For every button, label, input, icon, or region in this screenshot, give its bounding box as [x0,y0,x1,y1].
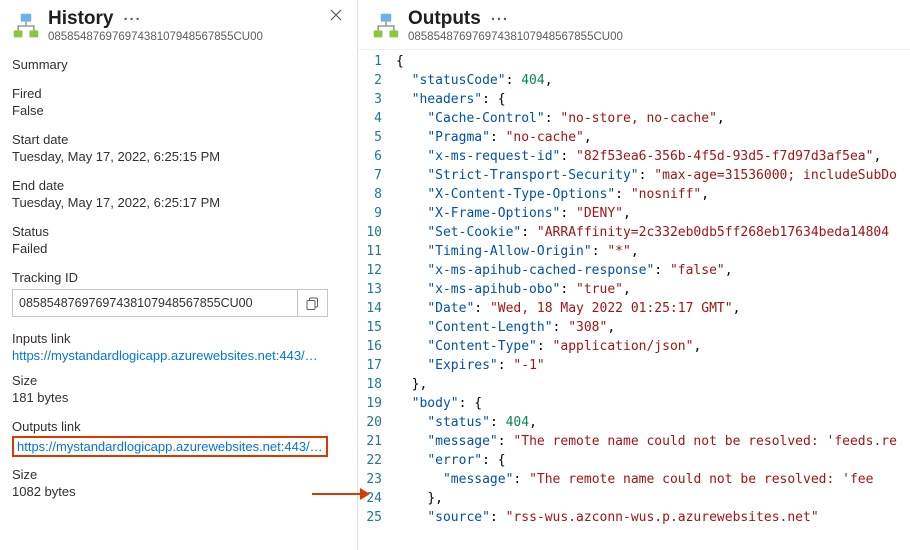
outputs-title: Outputs [408,8,481,30]
outputs-run-id: 08585487697697438107948567855CU00 [408,31,896,43]
more-menu-icon[interactable]: ··· [123,12,141,27]
history-title: History [48,8,113,30]
json-editor[interactable]: 1234567891011121314151617181920212223242… [358,49,910,550]
tracking-id-label: Tracking ID [12,270,343,285]
status-value: Failed [12,241,343,256]
inputs-link[interactable]: https://mystandardlogicapp.azurewebsites… [12,348,322,363]
start-date-value: Tuesday, May 17, 2022, 6:25:15 PM [12,149,343,164]
outputs-panel: Outputs ··· 0858548769769743810794856785… [358,0,910,550]
editor-gutter: 1234567891011121314151617181920212223242… [358,50,396,550]
logicapp-icon [372,12,400,40]
tracking-id-field [12,289,328,317]
end-date-label: End date [12,178,343,193]
close-button[interactable] [325,4,347,26]
copy-button[interactable] [297,290,327,316]
tracking-id-input[interactable] [13,296,297,310]
fired-label: Fired [12,86,343,101]
history-run-id: 08585487697697438107948567855CU00 [48,31,343,43]
outputs-size-value: 1082 bytes [12,484,343,499]
outputs-link-highlight: https://mystandardlogicapp.azurewebsites… [12,436,328,457]
outputs-link-label: Outputs link [12,419,343,434]
outputs-size-label: Size [12,467,343,482]
inputs-size-label: Size [12,373,343,388]
logicapp-icon [12,12,40,40]
status-label: Status [12,224,343,239]
end-date-value: Tuesday, May 17, 2022, 6:25:17 PM [12,195,343,210]
start-date-label: Start date [12,132,343,147]
more-menu-icon[interactable]: ··· [491,12,509,27]
inputs-link-label: Inputs link [12,331,343,346]
fired-value: False [12,103,343,118]
inputs-size-value: 181 bytes [12,390,343,405]
outputs-link[interactable]: https://mystandardlogicapp.azurewebsites… [17,439,323,454]
history-panel: History ··· 0858548769769743810794856785… [0,0,358,550]
summary-heading: Summary [12,57,343,72]
annotation-arrow-icon [312,484,372,504]
editor-code[interactable]: { "statusCode": 404, "headers": { "Cache… [396,50,897,550]
